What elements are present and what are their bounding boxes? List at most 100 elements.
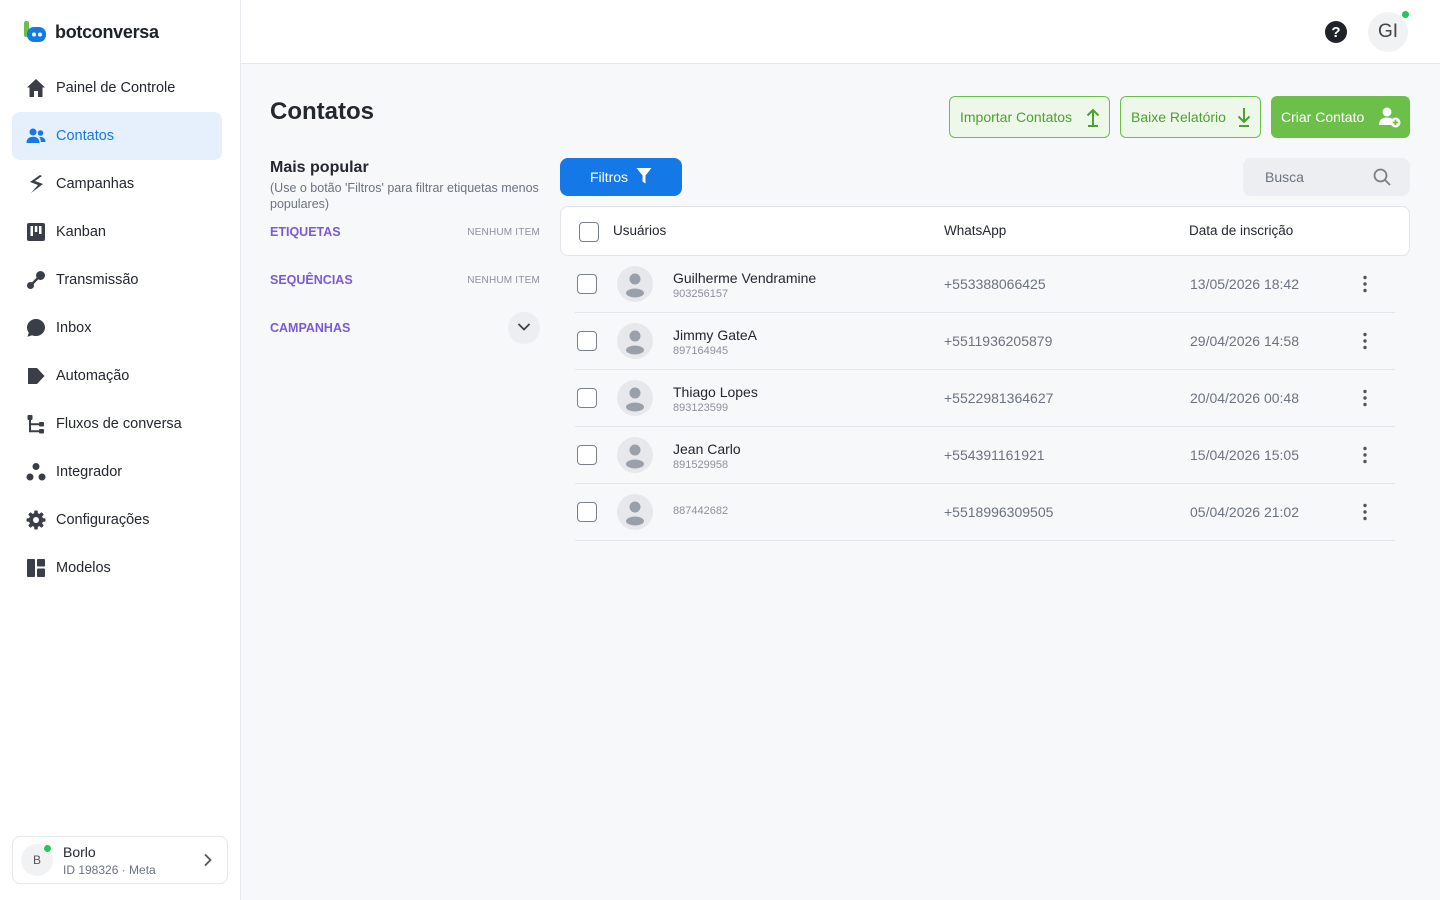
sidebar-item-label: Contatos [56,128,115,144]
filter-group-sequencias: SEQUÊNCIAS NENHUM ITEM [270,270,540,290]
download-report-label: Baixe Relatório [1131,109,1226,125]
user-avatar-placeholder-icon [617,437,653,473]
sidebar-item-configuracoes[interactable]: Configurações [12,496,222,544]
contact-subscription-date: 29/04/2026 14:58 [1190,333,1299,349]
table-row[interactable]: Guilherme Vendramine 903256157 +55338806… [575,256,1395,313]
filter-group-status: NENHUM ITEM [467,274,540,286]
flow-icon [26,414,46,434]
filter-group-name[interactable]: ETIQUETAS [270,225,341,239]
contact-id: 897164945 [673,345,729,357]
broadcast-icon [26,270,46,290]
contact-phone: +5511936205879 [944,333,1053,349]
sidebar-item-contatos[interactable]: Contatos [12,112,222,160]
contact-name[interactable]: Guilherme Vendramine [673,270,816,286]
topbar: ? GI [241,0,1440,64]
table-row[interactable]: Thiago Lopes 893123599 +5522981364627 20… [575,370,1395,427]
brand-name: botconversa [55,21,159,42]
search-input[interactable] [1265,169,1365,185]
chat-bubble-icon [26,318,46,338]
contact-id: 903256157 [673,288,729,300]
more-options-icon[interactable] [1357,502,1373,522]
brand-logo[interactable]: botconversa [24,20,159,44]
bot-selector[interactable]: B Borlo ID 198326 · Meta [12,836,228,884]
sidebar-item-automacao[interactable]: Automação [12,352,222,400]
download-arrow-icon [1236,107,1252,130]
user-avatar[interactable]: GI [1368,10,1410,52]
contact-subscription-date: 05/04/2026 21:02 [1190,504,1299,520]
select-all-checkbox[interactable] [579,222,599,242]
contact-phone: +553388066425 [944,276,1046,292]
chevron-right-icon [203,853,213,872]
users-icon [26,126,46,146]
download-report-button[interactable]: Baixe Relatório [1120,96,1261,138]
import-contacts-label: Importar Contatos [960,109,1073,125]
row-checkbox[interactable] [577,445,597,465]
sidebar-item-campanhas[interactable]: Campanhas [12,160,222,208]
filter-group-name[interactable]: SEQUÊNCIAS [270,273,353,287]
more-options-icon[interactable] [1357,445,1373,465]
bot-name: Borlo [63,843,96,860]
more-options-icon[interactable] [1357,274,1373,294]
sidebar-item-label: Campanhas [56,176,135,192]
home-icon [26,78,46,98]
contact-subscription-date: 13/05/2026 18:42 [1190,276,1299,292]
popular-title: Mais popular [270,159,369,176]
funnel-icon [636,167,652,188]
sidebar: botconversa Painel de Controle Contatos … [0,0,241,900]
user-avatar-placeholder-icon [617,380,653,416]
bot-initial: B [32,853,41,867]
sidebar-item-kanban[interactable]: Kanban [12,208,222,256]
kanban-icon [26,222,46,242]
sidebar-item-inbox[interactable]: Inbox [12,304,222,352]
bot-avatar: B [21,844,53,876]
contact-name[interactable]: Thiago Lopes [673,384,758,400]
bot-info: Borlo ID 198326 · Meta [63,844,156,877]
user-avatar-placeholder-icon [617,323,653,359]
gear-icon [26,510,46,530]
bot-id: ID 198326 · Meta [63,862,156,877]
expand-campaigns-button[interactable] [508,312,540,344]
more-options-icon[interactable] [1357,388,1373,408]
sidebar-item-transmissao[interactable]: Transmissão [12,256,222,304]
more-options-icon[interactable] [1357,331,1373,351]
sidebar-item-fluxos-de-conversa[interactable]: Fluxos de conversa [12,400,222,448]
sidebar-item-integrador[interactable]: Integrador [12,448,222,496]
column-header-whatsapp[interactable]: WhatsApp [944,223,1006,238]
sidebar-item-painel-de-controle[interactable]: Painel de Controle [12,64,222,112]
sidebar-item-label: Modelos [56,560,111,576]
table-row[interactable]: 887442682 +5518996309505 05/04/2026 21:0… [575,484,1395,541]
create-contact-button[interactable]: Criar Contato [1271,96,1410,138]
filter-group-etiquetas: ETIQUETAS NENHUM ITEM [270,222,540,242]
sidebar-item-label: Automação [56,368,130,384]
sidebar-item-label: Integrador [56,464,123,480]
add-user-icon [1379,106,1401,131]
sidebar-item-modelos[interactable]: Modelos [12,544,222,592]
table-row[interactable]: Jean Carlo 891529958 +554391161921 15/04… [575,427,1395,484]
import-contacts-button[interactable]: Importar Contatos [949,96,1110,138]
filter-group-name[interactable]: CAMPANHAS [270,321,350,335]
contact-subscription-date: 15/04/2026 15:05 [1190,447,1299,463]
contact-phone: +5522981364627 [944,390,1054,406]
filters-label: Filtros [589,169,629,185]
contact-name[interactable]: Jean Carlo [673,441,741,457]
automation-tag-icon [26,366,46,386]
sidebar-item-label: Painel de Controle [56,80,176,96]
chevron-down-icon [517,319,531,337]
contact-name[interactable]: Jimmy GateA [673,327,757,343]
row-checkbox[interactable] [577,388,597,408]
user-avatar-placeholder-icon [617,266,653,302]
online-status-dot [1401,10,1410,19]
sidebar-item-label: Transmissão [56,272,139,288]
row-checkbox[interactable] [577,331,597,351]
search-icon[interactable] [1373,168,1391,191]
column-header-subscription-date[interactable]: Data de inscrição [1189,223,1293,238]
filters-button[interactable]: Filtros [560,158,682,196]
sidebar-item-label: Inbox [56,320,92,336]
column-header-users[interactable]: Usuários [613,223,666,238]
row-checkbox[interactable] [577,502,597,522]
contact-subscription-date: 20/04/2026 00:48 [1190,390,1299,406]
contact-id: 893123599 [673,402,729,414]
row-checkbox[interactable] [577,274,597,294]
help-icon[interactable]: ? [1325,21,1347,43]
table-row[interactable]: Jimmy GateA 897164945 +5511936205879 29/… [575,313,1395,370]
